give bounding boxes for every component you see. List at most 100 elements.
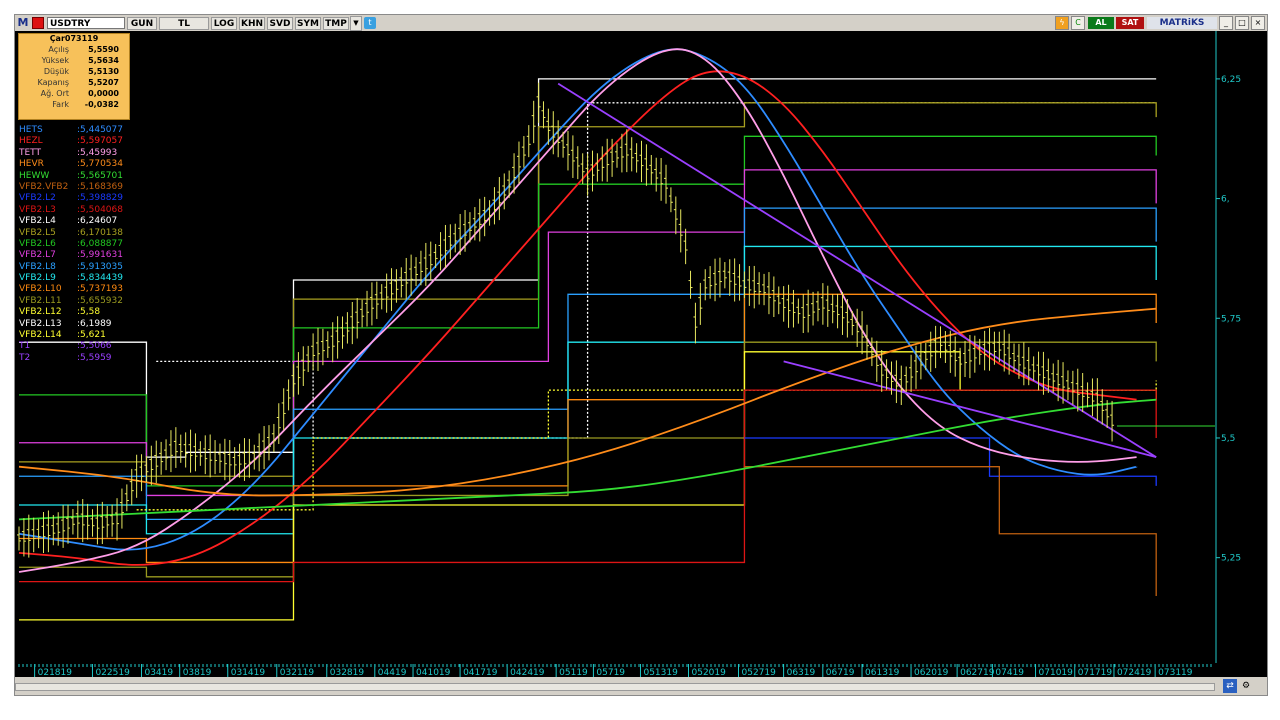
infobox-value: 5,5130 <box>88 67 119 76</box>
legend-name: VFB2.L7 <box>19 250 56 261</box>
minimize-icon[interactable]: _ <box>1219 16 1233 30</box>
legend-entry[interactable]: VFB2.L6 :6,088877 <box>19 239 123 250</box>
infobox-label: Yüksek <box>41 56 69 65</box>
legend-value: :5,398829 <box>77 193 123 204</box>
legend-value: :5,5066 <box>77 341 112 352</box>
tmp-button[interactable]: TMP <box>323 16 349 30</box>
legend-entry[interactable]: HEZL:5,597057 <box>19 136 123 147</box>
legend-name: VFB2.L3 <box>19 204 56 215</box>
legend-entry[interactable]: VFB2.L5 :6,170138 <box>19 228 123 239</box>
legend-entry[interactable]: VFB2.L12 :5,58 <box>19 307 123 318</box>
curve-t1 <box>557 82 1157 458</box>
infobox-value: 0,0000 <box>88 89 119 98</box>
x-axis-svg: 021819 022519 03419 03819 031419 032119 032819… <box>18 664 1212 678</box>
legend-name: T2 <box>19 352 31 363</box>
infobox-label: Ağ. Ort <box>40 89 69 98</box>
flag-icon[interactable] <box>32 17 44 29</box>
y-axis-svg: 5,25 5,5 5,75 6, 6,25 <box>1215 31 1241 663</box>
infobox-value: 5,5634 <box>88 56 119 65</box>
y-tick-label: 5,75 <box>1221 314 1241 324</box>
legend-value: :6,24607 <box>77 216 118 227</box>
legend-name: VFB2.L14 <box>19 330 62 341</box>
legend-name: T1 <box>19 341 31 352</box>
legend-name: VFB2.L5 <box>19 227 56 238</box>
level-line-vfb2-l8 <box>19 207 1157 521</box>
toolbar-right: ϟ C AL SAT MATRiKS _ □ × <box>1053 16 1265 30</box>
legend-name: VFB2.L10 <box>19 284 62 295</box>
y-tick-label: 6,25 <box>1221 75 1241 85</box>
x-axis: 021819 022519 03419 03819 031419 032119 032819… <box>15 663 1267 678</box>
gun-button[interactable]: GUN <box>127 16 157 30</box>
settings-icon[interactable]: ⚙ <box>1239 679 1253 693</box>
ohlc-infobox: Çar073119 Açılış 5,5590 Yüksek 5,5634 Düşü… <box>18 33 130 120</box>
legend-value: :5,565701 <box>77 170 123 181</box>
y-tick-label: 5,5 <box>1221 434 1235 444</box>
infobox-row: Yüksek 5,5634 <box>19 55 129 66</box>
legend-entry[interactable]: VFB2.L8:5,913035 <box>19 262 123 273</box>
level-line-vfb2-vfb2 <box>744 466 1157 596</box>
chart-plot-area[interactable] <box>15 31 1215 663</box>
lightning-icon[interactable]: ϟ <box>1055 16 1069 30</box>
legend-entry[interactable]: VFB2.L2 :5,398829 <box>19 193 123 204</box>
infobox-row: Kapanış 5,5207 <box>19 77 129 88</box>
legend-value: :6,088877 <box>77 238 123 249</box>
legend-name: VFB2.L6 <box>19 238 56 249</box>
infobox-value: 5,5590 <box>88 45 119 54</box>
refresh-icon[interactable]: C <box>1071 16 1085 30</box>
legend-entry[interactable]: VFB2.L9:5,834439 <box>19 273 123 284</box>
sym-button[interactable]: SYM <box>295 16 321 30</box>
legend-name: HEWW <box>19 170 50 181</box>
legend-entry[interactable]: T1 :5,5066 <box>19 341 123 352</box>
legend-entry[interactable]: TETT:5,45993 <box>19 148 123 159</box>
twitter-icon[interactable]: t <box>364 17 376 29</box>
infobox-label: Kapanış <box>37 78 69 87</box>
legend-entry[interactable]: HEWW :5,565701 <box>19 171 123 182</box>
y-axis: 5,25 5,5 5,75 6, 6,25 <box>1215 31 1267 663</box>
infobox-label: Düşük <box>43 67 69 76</box>
legend-value: :5,621 <box>77 330 106 341</box>
khn-button[interactable]: KHN <box>239 16 265 30</box>
legend-entry[interactable]: VFB2.L13:6,1989 <box>19 319 123 330</box>
symbol-input[interactable]: USDTRY <box>47 17 125 29</box>
infobox-title: Çar073119 <box>49 34 99 43</box>
legend-name: VFB2.L13 <box>19 318 62 329</box>
close-icon[interactable]: × <box>1251 16 1265 30</box>
legend-value: :5,597057 <box>77 136 123 147</box>
infobox-value: 5,5207 <box>88 78 119 87</box>
legend-value: :5,58 <box>77 307 101 318</box>
legend-value: :5,991631 <box>77 250 123 261</box>
legend-entry[interactable]: VFB2.L3:5,504068 <box>19 205 123 216</box>
legend-value: :6,170138 <box>77 227 123 238</box>
sync-icon[interactable]: ⇄ <box>1223 679 1237 693</box>
legend-value: :5,445077 <box>77 125 123 135</box>
indicator-legend: HETS:5,445077 HEZL:5,597057 TETT:5,45993 HE… <box>19 125 123 364</box>
curve-hezl <box>18 70 1138 566</box>
infobox-row: Açılış 5,5590 <box>19 44 129 55</box>
svd-button[interactable]: SVD <box>267 16 293 30</box>
sell-button[interactable]: SAT <box>1116 17 1144 29</box>
log-button[interactable]: LOG <box>211 16 237 30</box>
tl-button[interactable]: TL <box>159 16 209 30</box>
app-logo-icon[interactable]: M <box>16 16 30 30</box>
horizontal-scrollbar[interactable] <box>15 683 1215 691</box>
legend-name: VFB2.L2 <box>19 193 56 204</box>
chart-svg <box>17 48 1215 621</box>
legend-value: :5,168369 <box>77 181 123 192</box>
legend-name: VFB2.L4 <box>19 216 56 227</box>
legend-entry[interactable]: VFB2.L7 :5,991631 <box>19 250 123 261</box>
legend-entry[interactable]: HEVR:5,770534 <box>19 159 123 170</box>
dropdown-icon[interactable]: ▼ <box>350 15 362 31</box>
legend-entry[interactable]: HETS:5,445077 <box>19 125 123 136</box>
legend-entry[interactable]: VFB2.L10:5,737193 <box>19 284 123 295</box>
legend-entry[interactable]: VFB2.L14 :5,621 <box>19 330 123 341</box>
restore-icon[interactable]: □ <box>1235 16 1249 30</box>
buy-button[interactable]: AL <box>1088 17 1114 29</box>
legend-name: VFB2.L12 <box>19 307 62 318</box>
y-tick-label: 6, <box>1221 195 1230 205</box>
legend-value: :5,655932 <box>77 295 123 306</box>
curve-tett <box>18 48 1138 573</box>
legend-entry[interactable]: VFB2.L4 :6,24607 <box>19 216 123 227</box>
legend-entry[interactable]: T2:5,5959 <box>19 353 123 364</box>
legend-entry[interactable]: VFB2.L11:5,655932 <box>19 296 123 307</box>
legend-entry[interactable]: VFB2.VFB2:5,168369 <box>19 182 123 193</box>
